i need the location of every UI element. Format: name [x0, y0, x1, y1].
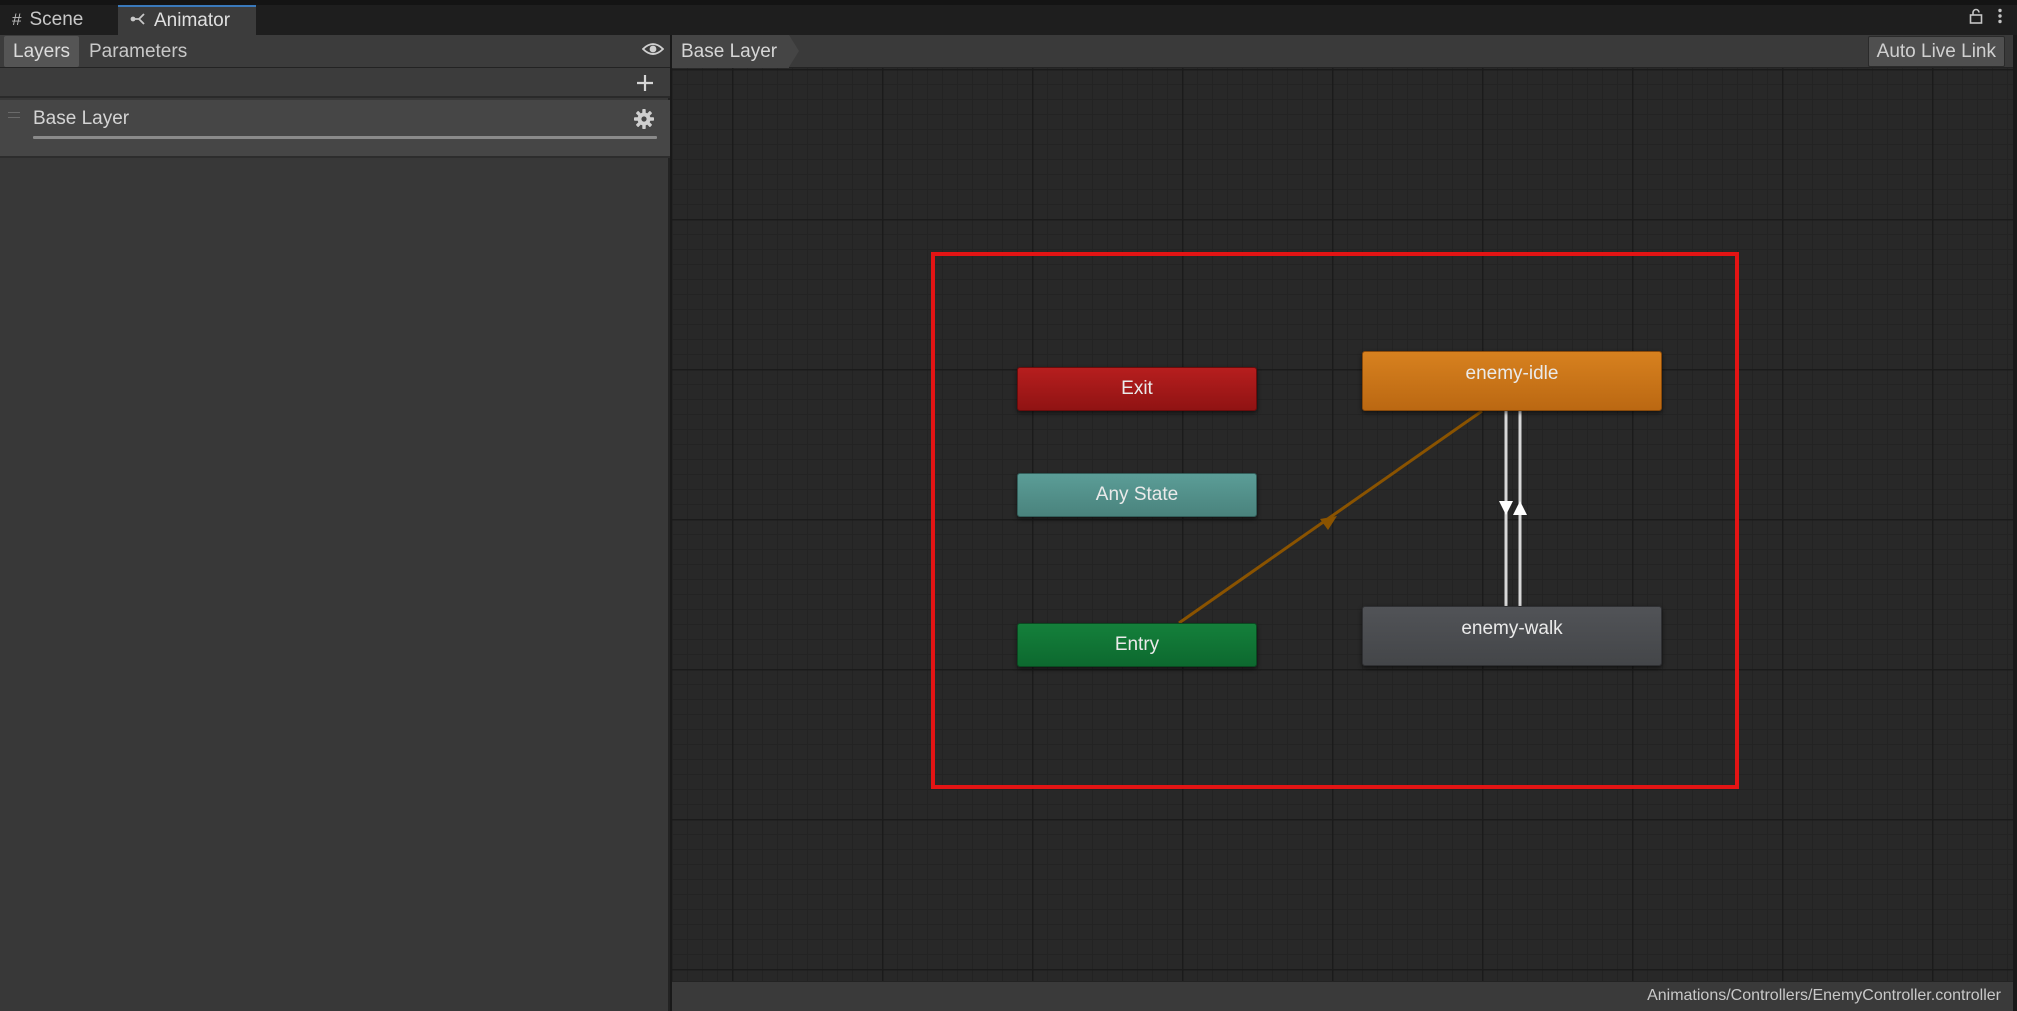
- layer-name: Base Layer: [33, 108, 130, 129]
- grid-icon: #: [12, 10, 22, 29]
- drag-handle-icon[interactable]: [8, 112, 20, 118]
- tab-parameters[interactable]: Parameters: [80, 36, 196, 67]
- tab-scene[interactable]: # Scene: [0, 5, 116, 35]
- layers-panel-toolbar: Layers Parameters: [0, 35, 670, 68]
- state-enemy-idle[interactable]: enemy-idle: [1362, 351, 1662, 411]
- state-exit[interactable]: Exit: [1017, 367, 1257, 411]
- state-enemy-walk[interactable]: enemy-walk: [1362, 606, 1662, 666]
- kebab-menu-icon[interactable]: [1997, 8, 2003, 29]
- transition-entry-to-idle[interactable]: [1178, 409, 1483, 625]
- tab-animator[interactable]: Animator: [118, 5, 256, 35]
- gear-icon[interactable]: [633, 108, 655, 130]
- animator-graph[interactable]: Base Layer Auto Live Link Exit Any State…: [672, 35, 2013, 1011]
- plus-icon: [637, 75, 653, 91]
- state-entry[interactable]: Entry: [1017, 623, 1257, 667]
- lock-icon[interactable]: [1969, 8, 1983, 29]
- layer-weight-bar: [33, 136, 657, 139]
- eye-icon[interactable]: [642, 41, 664, 57]
- tab-layers[interactable]: Layers: [4, 36, 80, 67]
- window-tab-strip: # Scene Animator: [0, 0, 2017, 35]
- transition-layer: [1178, 409, 1527, 625]
- tab-scene-label: Scene: [29, 9, 84, 30]
- tab-animator-label: Animator: [154, 10, 231, 31]
- animator-icon: [130, 11, 146, 31]
- add-layer-row: [0, 68, 670, 98]
- arrow-down-icon: [1499, 501, 1513, 515]
- graph-status-bar: Animations/Controllers/EnemyController.c…: [672, 981, 2013, 1011]
- arrow-up-icon: [1513, 501, 1527, 515]
- layer-item-base-layer[interactable]: Base Layer: [0, 100, 670, 158]
- window-tools: [1969, 8, 2003, 29]
- add-layer-button[interactable]: [634, 68, 656, 98]
- state-any-state[interactable]: Any State: [1017, 473, 1257, 517]
- controller-asset-path: Animations/Controllers/EnemyController.c…: [1647, 987, 2001, 1004]
- layers-panel: Layers Parameters Base Layer: [0, 35, 670, 1011]
